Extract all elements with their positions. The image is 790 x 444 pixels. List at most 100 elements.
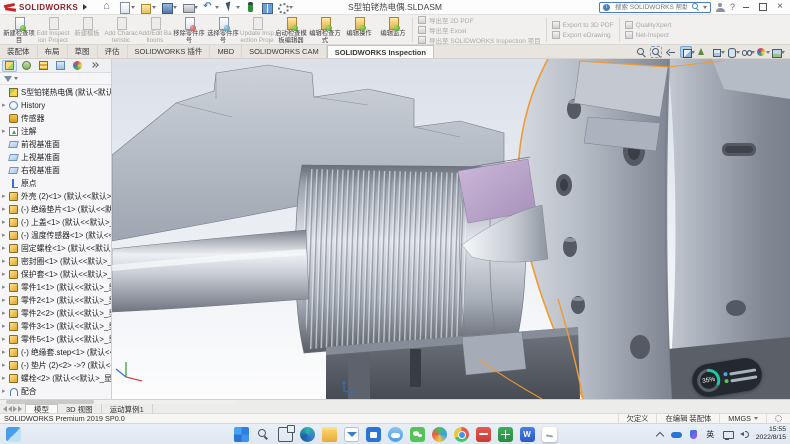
taskbar-start[interactable] xyxy=(234,427,249,442)
expand-arrow-icon[interactable] xyxy=(2,372,9,385)
graphics-viewport[interactable]: 35% xyxy=(112,59,790,399)
units-selector[interactable]: MMGS xyxy=(719,414,766,423)
quick-access-save[interactable] xyxy=(161,2,177,13)
status-options[interactable] xyxy=(766,414,790,423)
headsup-view-orientation[interactable] xyxy=(710,46,722,58)
tree-item[interactable]: 右视基准面 xyxy=(0,164,111,177)
ribbon-button-edit-operation[interactable]: 编辑操作 xyxy=(342,16,376,44)
headsup-zoom-to-area[interactable] xyxy=(650,46,662,58)
tree-item[interactable]: S型铂铑热电偶 (默认<默认_显示状态-1 xyxy=(0,86,111,99)
minimize-button[interactable] xyxy=(740,2,752,13)
ribbon-button-add-edit-balloons[interactable]: Add/Edit Balloons xyxy=(138,16,172,44)
tree-item[interactable]: History xyxy=(0,99,111,112)
taskbar-solidworks[interactable] xyxy=(542,427,557,442)
restore-button[interactable] xyxy=(757,2,769,13)
tree-item[interactable]: 零件2<1> (默认<<默认>_显示状态 xyxy=(0,294,111,307)
panel-tab-panel-tabs-overflow[interactable] xyxy=(87,60,102,72)
export-item-export-2d-pdf[interactable]: 导出至 2D PDF xyxy=(418,16,541,25)
tree-item[interactable]: (-) 垫片 (2)<2> ->? (默认<<默认> xyxy=(0,359,111,372)
ribbon-button-edit-method[interactable]: 编辑监方 xyxy=(376,16,410,44)
tree-item[interactable]: 上视基准面 xyxy=(0,151,111,164)
dropdown-caret-icon[interactable] xyxy=(131,6,135,9)
export-item-export-excel[interactable]: 导出至 Excel xyxy=(418,26,541,35)
taskbar-word[interactable]: W xyxy=(520,427,535,442)
dropdown-caret-icon[interactable] xyxy=(215,6,219,9)
dropdown-caret-icon[interactable] xyxy=(173,6,177,9)
overlay-button-2[interactable] xyxy=(724,374,757,383)
export-item-net-inspect[interactable]: Net-Inspect xyxy=(625,31,672,40)
quick-access-select[interactable] xyxy=(224,2,240,13)
expand-arrow-icon[interactable] xyxy=(2,320,9,333)
ribbon-button-edit-inspection-method[interactable]: 编辑检查方式 xyxy=(308,16,342,44)
expand-arrow-icon[interactable] xyxy=(2,190,9,203)
quick-access-rebuild[interactable] xyxy=(245,2,256,13)
expand-arrow-icon[interactable] xyxy=(2,385,9,398)
taskbar-browser-360[interactable] xyxy=(432,427,447,442)
tree-item[interactable]: 前视基准面 xyxy=(0,138,111,151)
command-tab-addins[interactable]: SOLIDWORKS 插件 xyxy=(128,45,211,58)
dropdown-caret-icon[interactable] xyxy=(289,6,293,9)
tree-item[interactable]: 零件1<1> (默认<<默认>_显示状态 xyxy=(0,281,111,294)
menu-flyout-arrow-icon[interactable] xyxy=(83,4,87,10)
tree-item[interactable]: 固定螺栓<1> (默认<<默认>_显示 xyxy=(0,242,111,255)
quick-access-options[interactable] xyxy=(277,2,293,13)
taskbar-sheets[interactable] xyxy=(498,427,513,442)
panel-tab-dimxpertmanager-tab[interactable] xyxy=(53,60,68,72)
tray-onedrive[interactable] xyxy=(671,429,682,440)
taskbar-search[interactable] xyxy=(256,427,271,442)
taskbar-file-explorer[interactable] xyxy=(322,427,337,442)
quick-access-open[interactable] xyxy=(140,2,156,13)
help-button[interactable]: ? xyxy=(730,2,735,12)
help-search-box[interactable]: i xyxy=(599,2,711,13)
tree-item[interactable]: (-) 上盖<1> (默认<<默认>_显示状 xyxy=(0,216,111,229)
tree-item[interactable]: (-) 温度传感器<1> (默认<<默认>_ xyxy=(0,229,111,242)
search-input[interactable] xyxy=(613,3,689,12)
quick-access-print[interactable] xyxy=(182,2,198,13)
tray-lang-indicator[interactable]: 英 xyxy=(705,429,716,440)
export-item-export-edrawing[interactable]: Export eDrawing xyxy=(552,31,614,40)
command-tab-assembly[interactable]: 装配体 xyxy=(0,45,38,58)
tree-item[interactable]: 密封圈<1> (默认<<默认>_显示状 xyxy=(0,255,111,268)
expand-arrow-icon[interactable] xyxy=(2,268,9,281)
command-tab-evaluate[interactable]: 评估 xyxy=(98,45,128,58)
search-caret-icon[interactable] xyxy=(703,6,707,9)
tree-item[interactable]: 原点 xyxy=(0,177,111,190)
quick-access-file-properties[interactable] xyxy=(261,2,272,13)
close-button[interactable]: × xyxy=(774,2,786,13)
tray-monitor[interactable] xyxy=(722,429,733,440)
export-item-export-3d-pdf[interactable]: Export to 3D PDF xyxy=(552,21,614,30)
tray-volume[interactable] xyxy=(739,429,750,440)
dropdown-caret-icon[interactable] xyxy=(236,6,240,9)
tree-item[interactable]: 零件3<1> (默认<<默认>_显示状态 xyxy=(0,320,111,333)
taskbar-clock[interactable]: 15:55 2022/8/15 xyxy=(756,426,786,443)
expand-arrow-icon[interactable] xyxy=(2,333,9,346)
dropdown-caret-icon[interactable] xyxy=(152,6,156,9)
tree-item[interactable]: 注解 xyxy=(0,125,111,138)
command-tab-mbd[interactable]: MBD xyxy=(210,45,242,58)
ribbon-button-add-characteristic[interactable]: Add Characteristic xyxy=(104,16,138,44)
headsup-edit-appearance[interactable] xyxy=(755,46,767,58)
tree-item[interactable]: 外壳 (2)<1> (默认<<默认>_显示状 xyxy=(0,190,111,203)
tree-item[interactable]: 配合 xyxy=(0,385,111,398)
taskbar-store[interactable] xyxy=(366,427,381,442)
ribbon-button-remove-balloons[interactable]: 移除零件序号 xyxy=(172,16,206,44)
command-tab-inspection[interactable]: SOLIDWORKS Inspection xyxy=(327,45,434,58)
headsup-dynamic-annotation[interactable] xyxy=(695,46,707,58)
export-item-qualityxpert[interactable]: QualityXpert xyxy=(625,21,672,30)
headsup-apply-scene[interactable] xyxy=(770,46,782,58)
ribbon-button-edit-inspection-project[interactable]: Edit Inspection Project xyxy=(36,16,70,44)
filter-caret-icon[interactable] xyxy=(14,77,18,80)
command-tab-cam[interactable]: SOLIDWORKS CAM xyxy=(242,45,327,58)
dropdown-caret-icon[interactable] xyxy=(781,51,785,54)
quick-access-undo[interactable] xyxy=(203,2,219,13)
expand-arrow-icon[interactable] xyxy=(2,99,9,112)
filter-icon[interactable] xyxy=(4,76,12,82)
tree-item[interactable]: 保护套<1> (默认<<默认>_显示状 xyxy=(0,268,111,281)
expand-arrow-icon[interactable] xyxy=(2,255,9,268)
expand-arrow-icon[interactable] xyxy=(2,242,9,255)
tray-chevron-up[interactable] xyxy=(654,429,665,440)
headsup-zoom-to-fit[interactable] xyxy=(635,46,647,58)
ribbon-button-update-inspection-project[interactable]: Update Inspection Project xyxy=(240,16,274,44)
tree-item[interactable]: 螺栓<2> (默认<<默认>_显示状态 xyxy=(0,372,111,385)
quick-access-home[interactable] xyxy=(103,2,114,13)
